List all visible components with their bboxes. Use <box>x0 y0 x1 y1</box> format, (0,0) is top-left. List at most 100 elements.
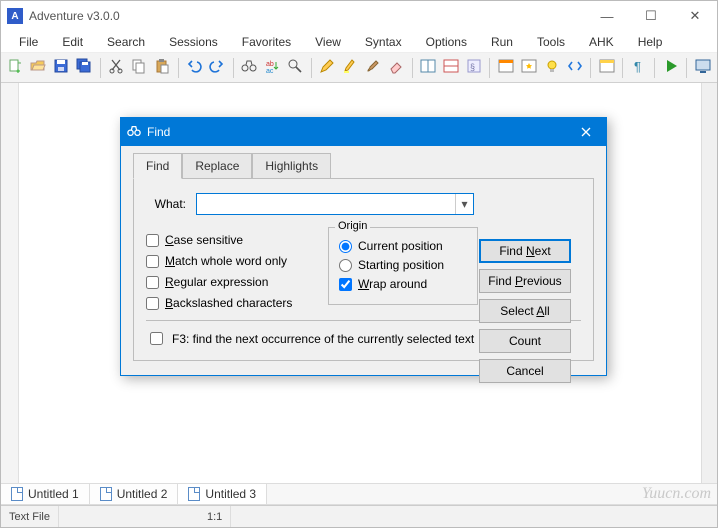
select-all-button[interactable]: Select All <box>479 299 571 323</box>
menu-file[interactable]: File <box>7 32 50 52</box>
undo-icon <box>186 58 202 77</box>
origin-start-radio[interactable] <box>339 259 352 272</box>
what-label: What: <box>146 197 186 211</box>
para-button[interactable]: ¶ <box>628 57 649 79</box>
split-h-icon <box>420 58 436 77</box>
menu-syntax[interactable]: Syntax <box>353 32 414 52</box>
close-window-button[interactable]: ✕ <box>673 1 717 31</box>
redo-button[interactable] <box>207 57 228 79</box>
highlighter-button[interactable] <box>340 57 361 79</box>
menu-sessions[interactable]: Sessions <box>157 32 230 52</box>
minimize-button[interactable]: — <box>585 1 629 31</box>
document-tabs: Untitled 1 Untitled 2Untitled 3 <box>1 483 717 505</box>
what-dropdown-button[interactable]: ▾ <box>455 194 473 214</box>
menu-favorites[interactable]: Favorites <box>230 32 303 52</box>
tab-find[interactable]: Find <box>133 153 182 179</box>
toolbar-separator <box>654 58 655 78</box>
vertical-scrollbar[interactable] <box>701 83 717 483</box>
replace-button[interactable]: abac <box>262 57 283 79</box>
document-tab[interactable]: Untitled 1 <box>1 484 90 504</box>
open-icon <box>30 58 46 77</box>
origin-group: Origin Current position Starting positio… <box>328 227 478 305</box>
wrap-around-label: Wrap around <box>358 277 427 291</box>
tab-highlights[interactable]: Highlights <box>252 153 331 179</box>
find-next-button[interactable]: Find Next <box>479 239 571 263</box>
cancel-button[interactable]: Cancel <box>479 359 571 383</box>
toolbar-separator <box>233 58 234 78</box>
whole-word-label: Match whole word only <box>165 254 287 268</box>
maximize-button[interactable]: ☐ <box>629 1 673 31</box>
pencil-button[interactable] <box>317 57 338 79</box>
svg-text:§: § <box>470 62 475 72</box>
copy-button[interactable] <box>129 57 150 79</box>
special-button[interactable]: § <box>463 57 484 79</box>
menu-tools[interactable]: Tools <box>525 32 577 52</box>
document-icon <box>11 487 23 501</box>
regex-checkbox[interactable] <box>146 276 159 289</box>
tab-replace[interactable]: Replace <box>182 153 252 179</box>
case-sensitive-checkbox[interactable] <box>146 234 159 247</box>
find-dialog-close-button[interactable] <box>566 118 606 146</box>
origin-start-label: Starting position <box>358 258 444 272</box>
cut-button[interactable] <box>106 57 127 79</box>
panel-win-button[interactable] <box>596 57 617 79</box>
bulb-icon <box>544 58 560 77</box>
cut-icon <box>108 58 124 77</box>
app-title: Adventure v3.0.0 <box>29 9 120 23</box>
document-icon <box>100 487 112 501</box>
panel-app-button[interactable] <box>495 57 516 79</box>
bulb-button[interactable] <box>541 57 562 79</box>
document-tab[interactable]: Untitled 3 <box>178 484 267 504</box>
search-files-button[interactable] <box>285 57 306 79</box>
open-button[interactable] <box>28 57 49 79</box>
origin-current-radio[interactable] <box>339 240 352 253</box>
special-icon: § <box>466 58 482 77</box>
backslash-checkbox[interactable] <box>146 297 159 310</box>
toolbar-separator <box>489 58 490 78</box>
menu-run[interactable]: Run <box>479 32 525 52</box>
whole-word-checkbox[interactable] <box>146 255 159 268</box>
find-dialog-titlebar[interactable]: Find <box>121 118 606 146</box>
toolbar-separator <box>100 58 101 78</box>
save-button[interactable] <box>51 57 72 79</box>
undo-button[interactable] <box>184 57 205 79</box>
count-button[interactable]: Count <box>479 329 571 353</box>
run-icon <box>663 58 679 77</box>
menu-options[interactable]: Options <box>414 32 479 52</box>
case-sensitive-label: Case sensitive <box>165 233 243 247</box>
find-button[interactable] <box>239 57 260 79</box>
title-bar: A Adventure v3.0.0 — ☐ ✕ <box>1 1 717 31</box>
f3-checkbox[interactable] <box>150 332 163 345</box>
code-button[interactable] <box>564 57 585 79</box>
menu-view[interactable]: View <box>303 32 353 52</box>
new-button[interactable] <box>5 57 26 79</box>
what-input[interactable] <box>197 194 455 214</box>
panel-star-button[interactable] <box>518 57 539 79</box>
wrap-around-checkbox[interactable] <box>339 278 352 291</box>
eraser-button[interactable] <box>386 57 407 79</box>
monitor-icon <box>695 58 711 77</box>
monitor-button[interactable] <box>692 57 713 79</box>
menu-edit[interactable]: Edit <box>50 32 95 52</box>
find-previous-button[interactable]: Find Previous <box>479 269 571 293</box>
document-tab-label: Untitled 1 <box>28 487 79 501</box>
save-all-icon <box>76 58 92 77</box>
ruler-button[interactable] <box>441 57 462 79</box>
menu-help[interactable]: Help <box>626 32 675 52</box>
svg-text:ac: ac <box>266 68 274 74</box>
brush-button[interactable] <box>363 57 384 79</box>
menu-search[interactable]: Search <box>95 32 157 52</box>
save-all-button[interactable] <box>74 57 95 79</box>
svg-text:¶: ¶ <box>634 59 641 74</box>
menu-ahk[interactable]: AHK <box>577 32 626 52</box>
backslash-label: Backslashed characters <box>165 296 292 310</box>
document-tab[interactable]: Untitled 2 <box>90 484 179 504</box>
menubar: FileEditSearchSessionsFavoritesViewSynta… <box>1 31 717 53</box>
split-h-button[interactable] <box>418 57 439 79</box>
paste-button[interactable] <box>152 57 173 79</box>
panel-app-icon <box>498 58 514 77</box>
run-button[interactable] <box>660 57 681 79</box>
para-icon: ¶ <box>631 58 647 77</box>
pencil-icon <box>319 58 335 77</box>
f3-label: F3: find the next occurrence of the curr… <box>172 332 474 346</box>
